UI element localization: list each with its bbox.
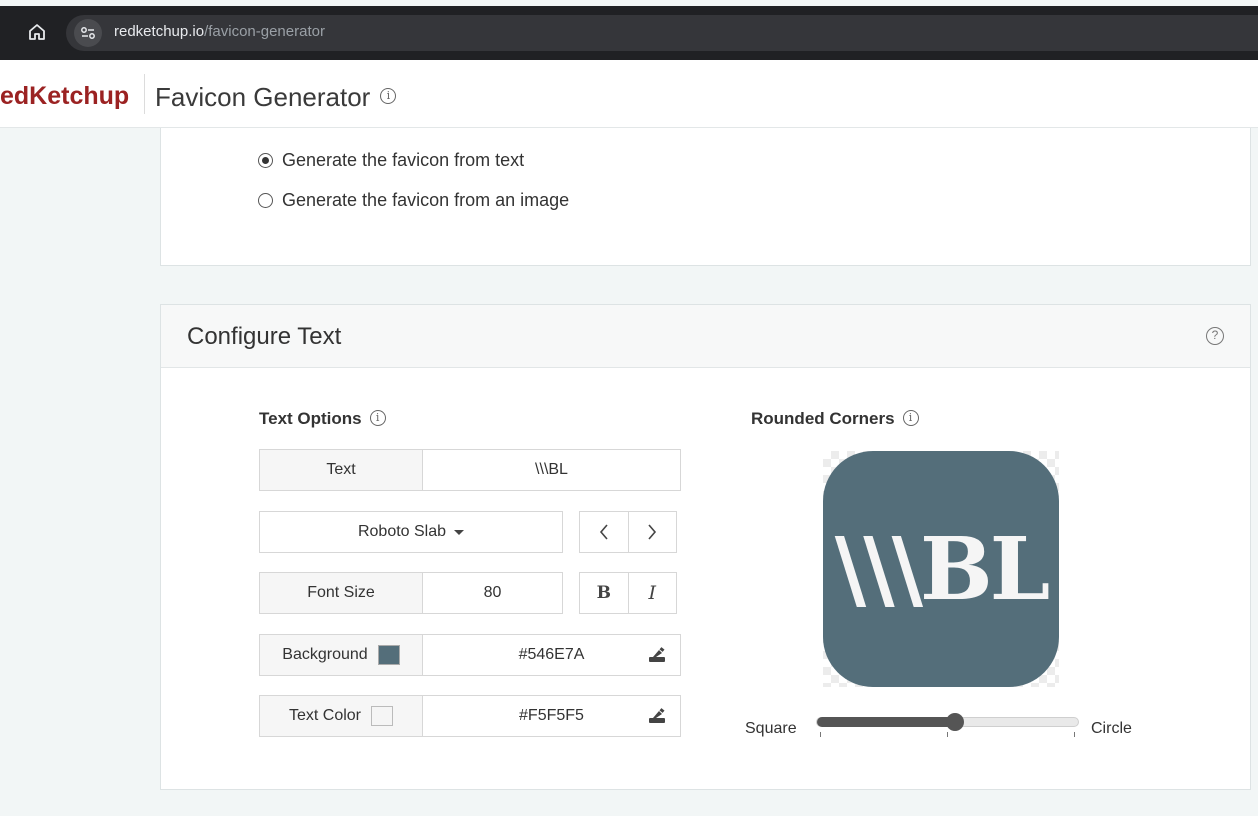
background-color-value: #546E7A [518, 646, 585, 663]
previous-font-button[interactable] [580, 512, 628, 552]
radio-button-selected[interactable] [258, 153, 273, 168]
radio-label-image: Generate the favicon from an image [282, 190, 570, 210]
background-label: Background [260, 635, 423, 675]
font-size-row: Font Size 80 [259, 572, 563, 614]
configure-text-card: Configure Text ? Text Options i Text \\\B… [160, 304, 1251, 790]
slider-thumb[interactable] [946, 713, 965, 731]
slider-label-square: Square [745, 720, 797, 737]
rounded-corners-heading: Rounded Corners i [751, 409, 919, 429]
card-title: Configure Text [187, 323, 342, 350]
text-color-swatch[interactable] [371, 706, 394, 726]
font-family-select[interactable]: Roboto Slab [259, 511, 563, 553]
site-settings-icon[interactable] [74, 19, 102, 47]
info-icon[interactable]: i [380, 88, 397, 105]
text-color-label: Text Color [260, 696, 423, 736]
font-style-group: B I [579, 572, 677, 614]
font-family-value: Roboto Slab [357, 523, 447, 540]
text-color-row: Text Color #F5F5F5 [259, 695, 681, 737]
favicon-image: \\\BL [823, 451, 1059, 687]
info-icon[interactable]: i [902, 409, 919, 426]
background-color-input[interactable]: #546E7A [423, 635, 680, 675]
font-size-input[interactable]: 80 [423, 573, 562, 613]
text-options-heading: Text Options i [259, 409, 386, 429]
corner-radius-slider[interactable] [816, 713, 1079, 737]
slider-tick [947, 732, 948, 737]
bold-button[interactable]: B [580, 573, 628, 613]
slider-tick [820, 732, 821, 737]
eyedropper-icon[interactable] [648, 708, 666, 724]
slider-fill [817, 717, 956, 727]
rounded-corners-heading-text: Rounded Corners [751, 409, 895, 428]
source-options-card: Generate the favicon from text Generate … [160, 128, 1251, 266]
app-header: edKetchup Favicon Generator i [0, 60, 1258, 128]
background-label-text: Background [282, 646, 368, 663]
page-title: Favicon Generator i [155, 82, 397, 113]
info-icon[interactable]: i [369, 409, 386, 426]
home-icon[interactable] [26, 21, 48, 43]
text-input[interactable]: \\\BL [423, 450, 680, 490]
slider-tick [1074, 732, 1075, 737]
url-host: redketchup.io [114, 23, 205, 40]
font-nav-group [579, 511, 677, 553]
text-field-label: Text [260, 450, 423, 490]
help-icon[interactable]: ? [1206, 327, 1224, 345]
eyedropper-icon[interactable] [648, 647, 666, 663]
background-color-swatch[interactable] [377, 645, 400, 665]
url-text[interactable]: redketchup.io/favicon-generator [114, 23, 325, 40]
text-options-heading-text: Text Options [259, 409, 362, 428]
favicon-preview: \\\BL [823, 451, 1059, 687]
browser-toolbar: redketchup.io/favicon-generator [0, 6, 1258, 60]
url-path: /favicon-generator [204, 23, 325, 40]
text-color-value: #F5F5F5 [519, 707, 584, 724]
brand-logo[interactable]: edKetchup [0, 82, 129, 111]
radio-option-text[interactable]: Generate the favicon from text [258, 150, 524, 171]
header-divider [144, 74, 145, 114]
radio-option-image[interactable]: Generate the favicon from an image [258, 190, 569, 211]
page-title-text: Favicon Generator [155, 82, 371, 112]
card-header: Configure Text ? [161, 305, 1250, 368]
font-size-label: Font Size [260, 573, 423, 613]
italic-button[interactable]: I [627, 573, 677, 613]
slider-label-circle: Circle [1091, 720, 1132, 737]
text-color-input[interactable]: #F5F5F5 [423, 696, 680, 736]
text-color-label-text: Text Color [288, 707, 362, 724]
text-field-row: Text \\\BL [259, 449, 681, 491]
chevron-left-icon [599, 524, 608, 540]
favicon-preview-text: \\\BL [834, 518, 1050, 620]
chevron-right-icon [648, 524, 657, 540]
next-font-button[interactable] [627, 512, 677, 552]
background-row: Background #546E7A [259, 634, 681, 676]
radio-button[interactable] [258, 193, 273, 208]
dropdown-caret-icon [454, 529, 465, 535]
radio-label-text: Generate the favicon from text [282, 150, 525, 170]
